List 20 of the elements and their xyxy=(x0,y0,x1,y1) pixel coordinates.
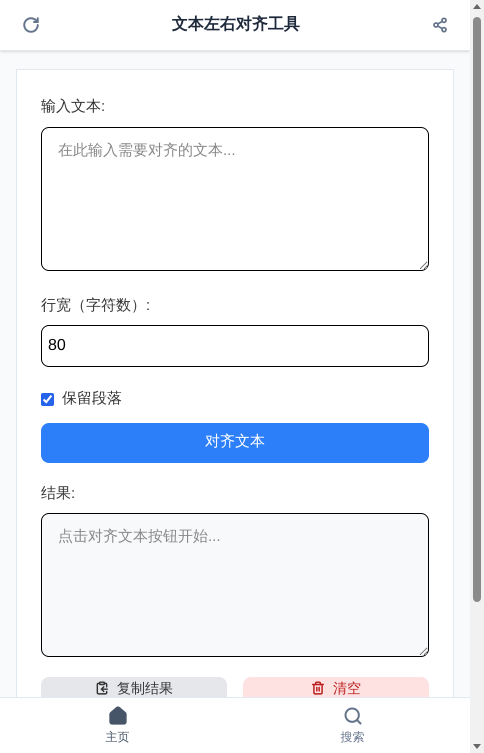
keep-paragraphs-checkbox[interactable] xyxy=(41,392,54,406)
width-label: 行宽（字符数）: xyxy=(41,296,152,316)
nav-item[interactable]: 主页 xyxy=(0,698,235,753)
copy-button[interactable]: 复制结果 xyxy=(41,677,227,697)
result-label: 结果: xyxy=(41,484,76,504)
refresh-icon[interactable] xyxy=(22,16,40,34)
align-button[interactable]: 对齐文本 xyxy=(41,422,429,462)
share-icon[interactable] xyxy=(432,17,448,33)
width-field[interactable]: 80 xyxy=(41,325,429,367)
keep-paragraphs-label: 保留段落 xyxy=(62,389,122,409)
search-icon xyxy=(342,706,362,726)
result-field[interactable]: 点击对齐文本按钮开始... xyxy=(41,513,429,657)
clear-button[interactable]: 清空 xyxy=(243,677,429,697)
page-title: 文本左右对齐工具 xyxy=(172,14,300,35)
trash-icon xyxy=(311,681,325,695)
input-label: 输入文本: xyxy=(41,97,106,117)
clipboard-icon xyxy=(95,681,109,695)
input-field[interactable]: 在此输入需要对齐的文本... xyxy=(41,126,429,270)
home-icon xyxy=(108,706,128,726)
nav-item[interactable]: 搜索 xyxy=(235,698,470,753)
